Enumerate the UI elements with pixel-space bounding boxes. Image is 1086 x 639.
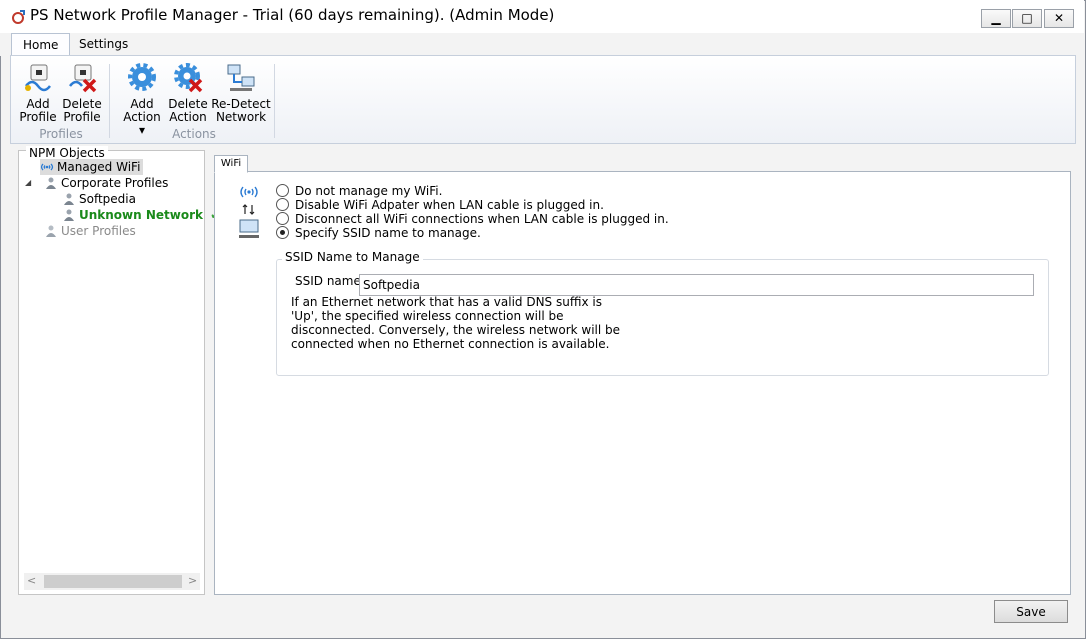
tab-home[interactable]: Home [11, 33, 71, 56]
group-label-actions: Actions [172, 127, 216, 141]
delete-profile-label-2: Profile [63, 110, 101, 124]
ribbon-tab-row [0, 33, 1084, 56]
ssid-group-title: SSID Name to Manage [282, 250, 423, 264]
scrollbar-thumb[interactable] [44, 575, 182, 588]
gear-delete-icon [174, 63, 203, 93]
delete-action-button[interactable]: Delete Action [167, 62, 209, 124]
wifi-to-lan-icon [239, 186, 259, 238]
ssid-name-label: SSID name [295, 274, 361, 288]
add-action-label-1: Add [130, 97, 154, 111]
option-do-not-manage[interactable]: Do not manage my WiFi. [276, 184, 442, 198]
delete-action-label-2: Action [169, 110, 207, 124]
tree-item-label: User Profiles [61, 224, 136, 238]
radio-do-not-manage[interactable] [276, 184, 289, 197]
option-label: Disconnect all WiFi connections when LAN… [295, 212, 669, 226]
tree-item-label: Corporate Profiles [61, 176, 169, 190]
option-label: Disable WiFi Adpater when LAN cable is p… [295, 198, 604, 212]
network-computers-icon [227, 64, 255, 91]
minimize-button[interactable]: ▁ [981, 9, 1011, 28]
tree-item-user-profiles[interactable]: User Profiles [44, 223, 136, 239]
option-label: Specify SSID name to manage. [295, 226, 481, 240]
radio-disconnect-all[interactable] [276, 212, 289, 225]
tab-wifi[interactable]: WiFi [214, 155, 248, 173]
tree-item-softpedia[interactable]: Softpedia [62, 191, 136, 207]
app-logo-icon [12, 10, 25, 24]
ssid-description: If an Ethernet network that has a valid … [291, 295, 621, 351]
redetect-network-button[interactable]: Re-Detect Network [211, 62, 271, 124]
delete-profile-icon [69, 64, 97, 93]
tree-item-label: Managed WiFi [57, 160, 141, 174]
tree-item-label: Unknown Network [79, 208, 204, 222]
tree-item-managed-wifi[interactable]: Managed WiFi [40, 159, 144, 175]
delete-action-label-1: Delete [168, 97, 208, 111]
add-profile-icon [25, 64, 51, 92]
tab-settings[interactable]: Settings [68, 33, 139, 56]
profile-icon [64, 209, 74, 221]
tree-item-unknown-network[interactable]: Unknown Network ✔ [62, 207, 220, 223]
delete-profile-button[interactable]: Delete Profile [61, 62, 103, 124]
add-profile-button[interactable]: Add Profile [16, 62, 60, 124]
save-button[interactable]: Save [994, 600, 1068, 623]
redetect-label-1: Re-Detect [211, 97, 271, 111]
scroll-right-arrow[interactable]: > [188, 574, 197, 587]
redetect-label-2: Network [215, 110, 267, 124]
tree-expander-corporate[interactable]: ◢ [25, 175, 31, 191]
wifi-icon [40, 163, 54, 171]
scroll-left-arrow[interactable]: < [27, 574, 36, 587]
option-disable-adapter[interactable]: Disable WiFi Adpater when LAN cable is p… [276, 198, 604, 212]
tree-caption: NPM Objects [26, 146, 108, 160]
add-action-button[interactable]: Add Action ▾ [121, 62, 163, 137]
radio-specify-ssid[interactable] [276, 226, 289, 239]
option-disconnect-all[interactable]: Disconnect all WiFi connections when LAN… [276, 212, 669, 226]
window-title: PS Network Profile Manager - Trial (60 d… [30, 6, 555, 24]
group-label-profiles: Profiles [39, 127, 83, 141]
option-specify-ssid[interactable]: Specify SSID name to manage. [276, 226, 481, 240]
gear-add-icon [128, 63, 156, 91]
ribbon-group-separator-end [274, 64, 275, 138]
tree-item-label: Softpedia [79, 192, 136, 206]
profile-icon [64, 193, 74, 205]
option-label: Do not manage my WiFi. [295, 184, 443, 198]
close-button[interactable]: ✕ [1044, 9, 1074, 28]
user-group-icon [46, 225, 56, 237]
add-profile-label-1: Add [26, 97, 50, 111]
delete-profile-label-1: Delete [62, 97, 102, 111]
add-profile-label-2: Profile [19, 110, 57, 124]
ribbon: Add Profile Delete Profile Profiles Add … [10, 55, 1076, 144]
ribbon-group-separator [109, 64, 110, 138]
maximize-button[interactable]: □ [1012, 9, 1042, 28]
ssid-name-input[interactable]: Softpedia [359, 274, 1034, 296]
tree-item-corporate-profiles[interactable]: Corporate Profiles [44, 175, 168, 191]
add-action-label-2: Action ▾ [123, 110, 161, 137]
radio-disable-adapter[interactable] [276, 198, 289, 211]
user-group-icon [46, 177, 56, 189]
